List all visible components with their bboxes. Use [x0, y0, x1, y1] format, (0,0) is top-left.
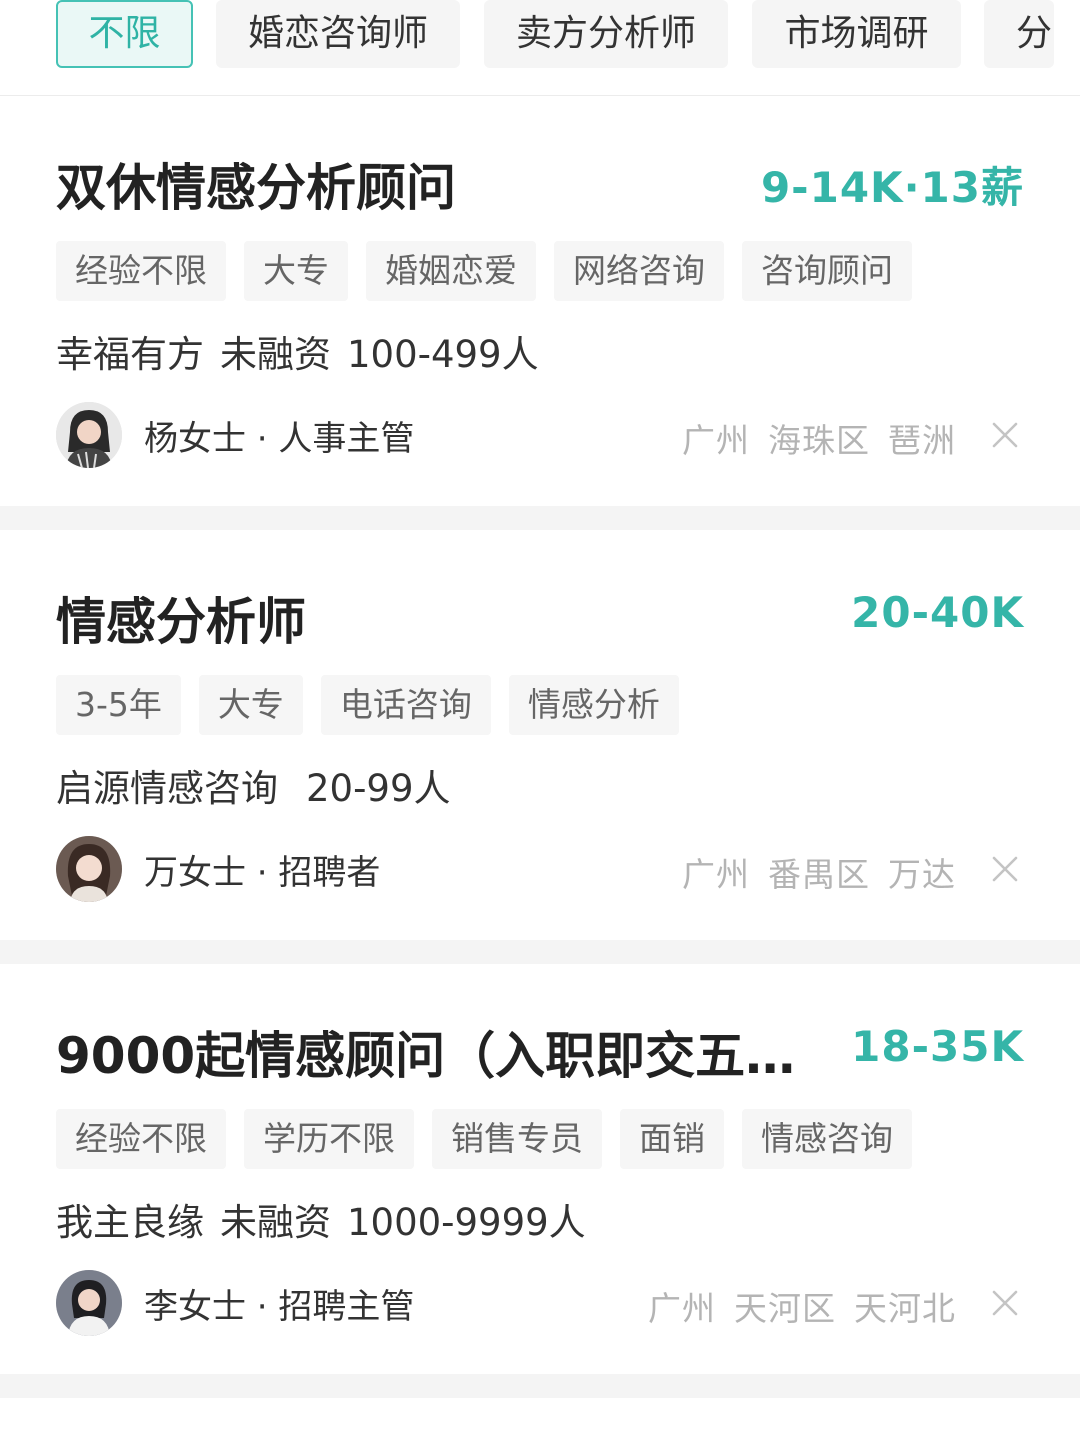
job-tag: 面销	[620, 1109, 724, 1169]
company-size: 100-499人	[347, 333, 539, 376]
salary: 20-40K	[851, 588, 1024, 637]
job-tag: 婚姻恋爱	[366, 241, 536, 301]
close-icon[interactable]	[992, 1290, 1018, 1316]
company-name: 我主良缘	[56, 1201, 204, 1244]
job-title: 情感分析师	[56, 593, 306, 651]
salary: 18-35K	[851, 1022, 1024, 1071]
job-tag: 大专	[244, 241, 348, 301]
job-location: 广州 海珠区 琶洲	[664, 414, 956, 462]
job-location: 广州 番禺区 万达	[664, 848, 956, 896]
funding-stage: 未融资	[220, 333, 331, 376]
company-info: 幸福有方 未融资 100-499人	[56, 324, 555, 378]
recruiter-name-title: 杨女士 · 人事主管	[144, 418, 415, 459]
avatar	[56, 836, 122, 902]
recruiter-name-title: 李女士 · 招聘主管	[144, 1286, 415, 1327]
job-tag: 销售专员	[432, 1109, 602, 1169]
recruiter-info: 李女士 · 招聘主管	[56, 1270, 414, 1336]
close-icon[interactable]	[992, 422, 1018, 448]
job-card[interactable]: 双休情感分析顾问 9-14K·13薪 经验不限 大专 婚姻恋爱 网络咨询 咨询顾…	[0, 96, 1080, 506]
close-icon[interactable]	[992, 856, 1018, 882]
location-district: 天河区	[734, 1289, 836, 1328]
filter-bar: 不限 婚恋咨询师 卖方分析师 市场调研 分	[0, 0, 1080, 96]
card-divider	[0, 1374, 1080, 1398]
job-title: 双休情感分析顾问	[56, 159, 456, 217]
job-tag: 网络咨询	[554, 241, 724, 301]
location-area: 万达	[888, 855, 956, 894]
job-tag: 咨询顾问	[742, 241, 912, 301]
filter-chip-market-research[interactable]: 市场调研	[752, 0, 961, 68]
job-tag: 情感分析	[508, 675, 679, 735]
filter-chip-marriage-counselor[interactable]: 婚恋咨询师	[216, 0, 460, 68]
company-name: 启源情感咨询	[56, 767, 278, 810]
location-district: 海珠区	[768, 421, 870, 460]
location-city: 广州	[682, 421, 750, 460]
location-area: 天河北	[854, 1289, 956, 1328]
card-divider	[0, 506, 1080, 530]
job-tag: 大专	[198, 675, 303, 735]
job-tag: 经验不限	[56, 241, 226, 301]
avatar	[56, 1270, 122, 1336]
card-divider	[0, 940, 1080, 964]
company-size: 1000-9999人	[347, 1201, 586, 1244]
job-tags: 经验不限 学历不限 销售专员 面销 情感咨询	[56, 1109, 912, 1169]
job-card-partial[interactable]	[0, 1398, 1080, 1440]
filter-chip-sell-side-analyst[interactable]: 卖方分析师	[484, 0, 728, 68]
company-info: 我主良缘 未融资 1000-9999人	[56, 1192, 602, 1246]
company-size: 20-99人	[306, 767, 451, 810]
job-tags: 经验不限 大专 婚姻恋爱 网络咨询 咨询顾问	[56, 241, 912, 301]
salary: 9-14K·13薪	[760, 163, 1024, 212]
location-district: 番禺区	[768, 855, 870, 894]
job-tag: 学历不限	[244, 1109, 414, 1169]
job-tags: 3-5年 大专 电话咨询 情感分析	[56, 675, 679, 735]
recruiter-name-title: 万女士 · 招聘者	[144, 852, 381, 893]
job-tag: 3-5年	[56, 675, 181, 735]
company-info: 启源情感咨询 20-99人	[56, 758, 467, 812]
job-tag: 情感咨询	[742, 1109, 912, 1169]
location-city: 广州	[682, 855, 750, 894]
funding-stage: 未融资	[220, 1201, 331, 1244]
job-location: 广州 天河区 天河北	[630, 1282, 956, 1330]
location-city: 广州	[648, 1289, 716, 1328]
job-title: 9000起情感顾问（入职即交五险...	[56, 1027, 816, 1085]
location-area: 琶洲	[888, 421, 956, 460]
recruiter-info: 杨女士 · 人事主管	[56, 402, 414, 468]
job-tag: 经验不限	[56, 1109, 226, 1169]
job-card[interactable]: 9000起情感顾问（入职即交五险... 18-35K 经验不限 学历不限 销售专…	[0, 964, 1080, 1374]
job-card[interactable]: 情感分析师 20-40K 3-5年 大专 电话咨询 情感分析 启源情感咨询 20-…	[0, 530, 1080, 940]
recruiter-info: 万女士 · 招聘者	[56, 836, 380, 902]
filter-chip-partial[interactable]: 分	[984, 0, 1054, 68]
job-tag: 电话咨询	[320, 675, 491, 735]
company-name: 幸福有方	[56, 333, 204, 376]
avatar	[56, 402, 122, 468]
filter-chip-unlimited[interactable]: 不限	[56, 0, 193, 68]
